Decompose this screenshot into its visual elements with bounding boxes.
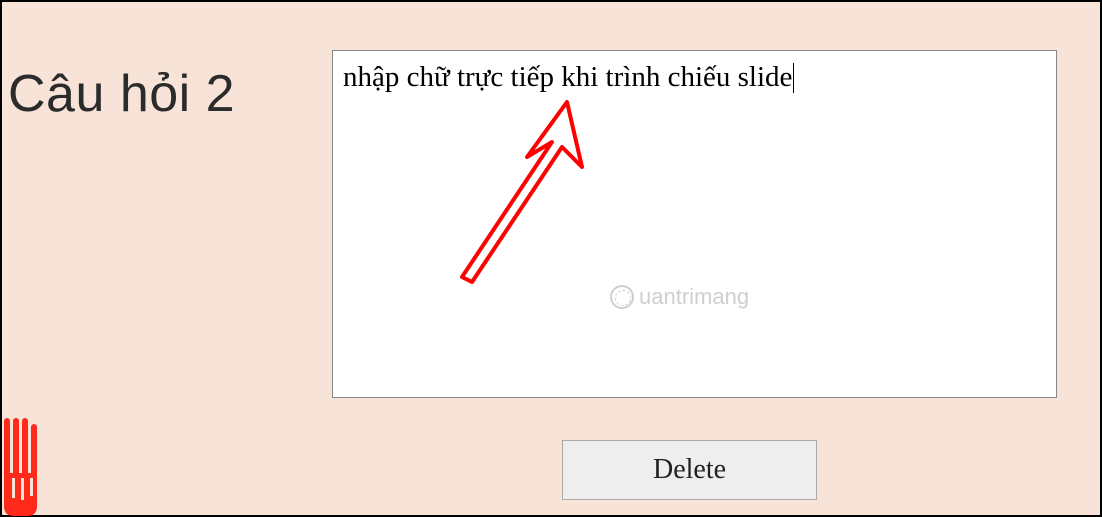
question-heading: Câu hỏi 2	[8, 64, 235, 124]
hand-grab-icon	[4, 418, 44, 516]
text-caret	[793, 63, 794, 93]
delete-button[interactable]: Delete	[562, 440, 817, 500]
question-text-input[interactable]: nhập chữ trực tiếp khi trình chiếu slide	[332, 50, 1057, 398]
textbox-text: nhập chữ trực tiếp khi trình chiếu slide	[343, 61, 792, 93]
